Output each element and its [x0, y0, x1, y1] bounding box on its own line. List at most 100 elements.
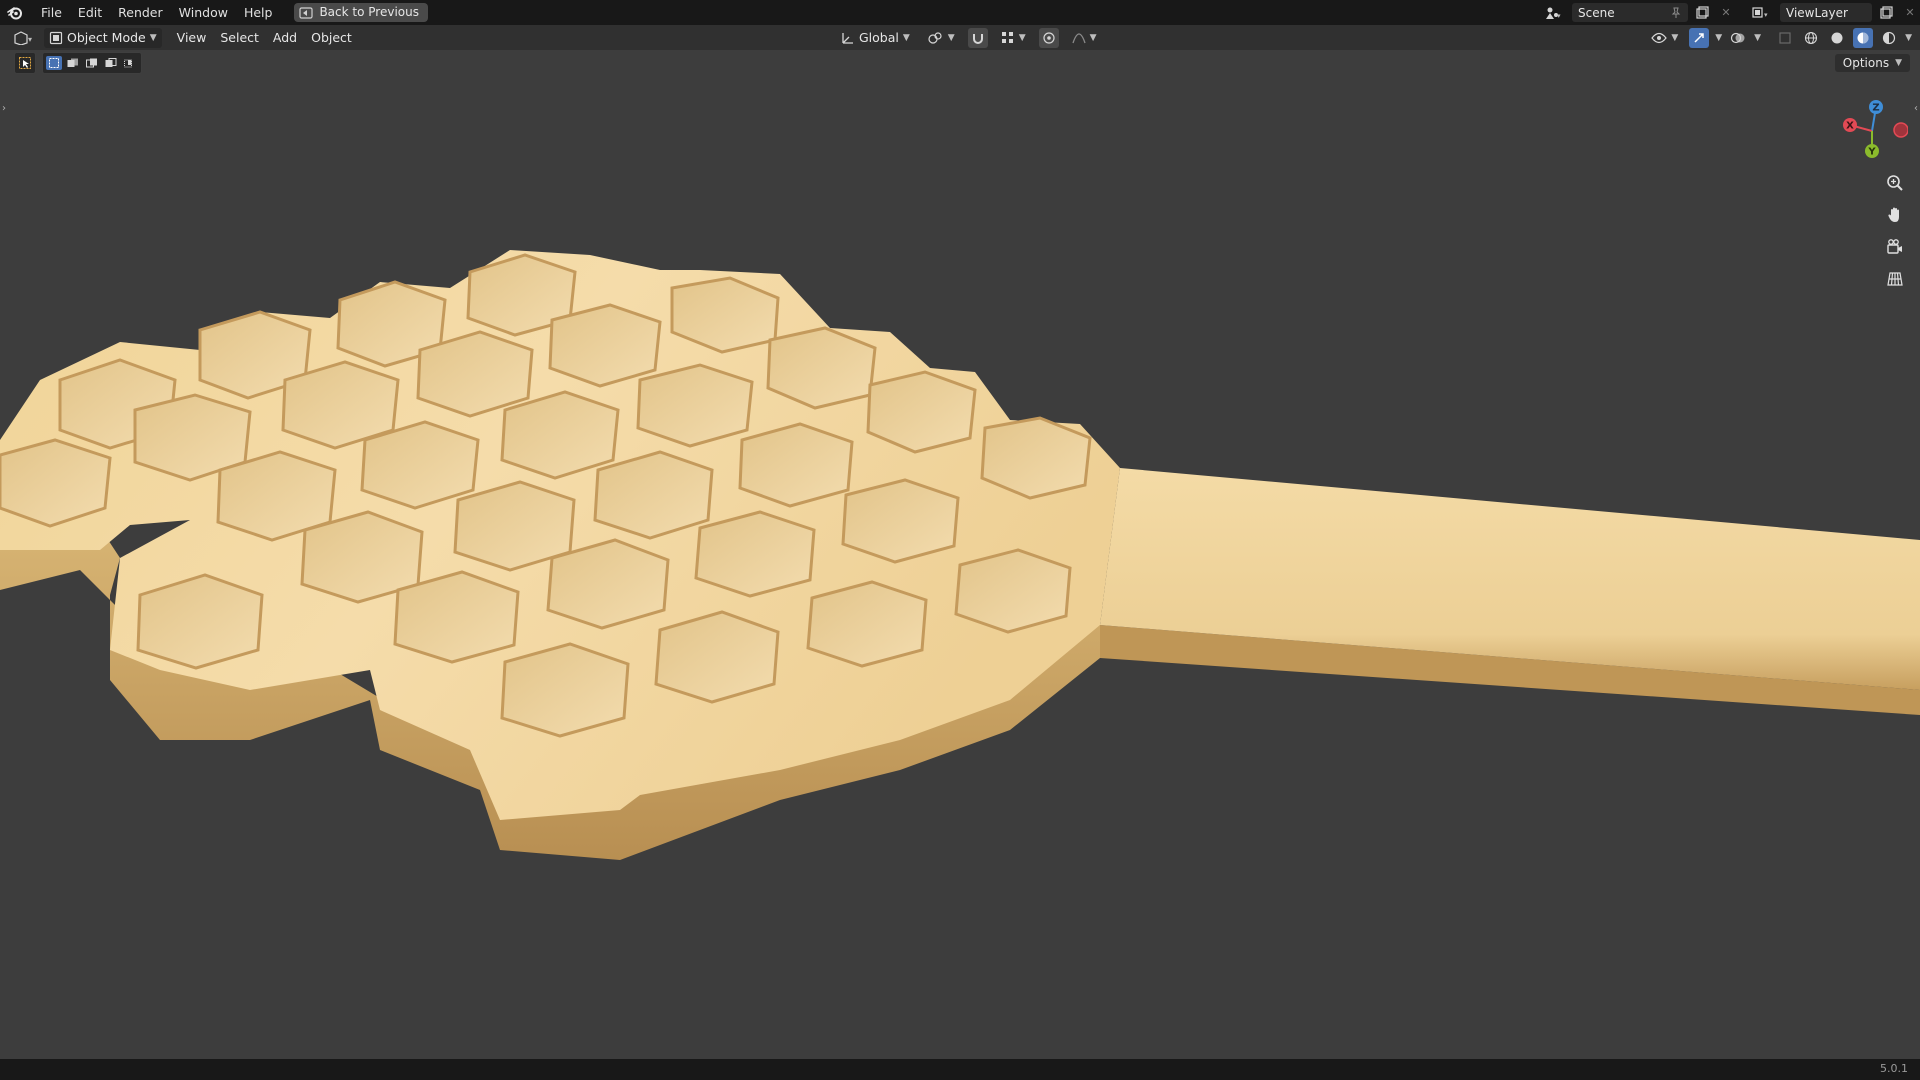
pivot-point-dropdown[interactable]: ▼ — [923, 28, 960, 48]
hex-cell — [866, 370, 977, 454]
chevron-down-icon: ▼ — [902, 32, 910, 43]
hex-cell — [738, 422, 854, 508]
chevron-down-icon: ▼ — [1089, 32, 1097, 43]
wireframe-shading-icon[interactable] — [1801, 28, 1821, 48]
menu-edit[interactable]: Edit — [70, 2, 110, 24]
sidebar-expand-arrow-icon[interactable]: ‹ — [1914, 103, 1918, 114]
rendered-shading-icon[interactable] — [1879, 28, 1899, 48]
pivot-icon — [928, 31, 942, 44]
select-subtract-icon[interactable] — [84, 56, 100, 70]
viewport-header-left: ▾ Object Mode ▼ View Select Add Object — [8, 25, 357, 50]
hex-cell — [954, 548, 1072, 634]
hex-cell — [500, 642, 630, 738]
view-layer-text: ViewLayer — [1786, 5, 1848, 20]
snap-target-dropdown[interactable]: ▼ — [996, 28, 1031, 48]
show-gizmo-icon[interactable] — [1689, 27, 1710, 48]
svg-text:▾: ▾ — [1557, 12, 1561, 20]
scene-selector-icon[interactable]: ▾ — [1538, 3, 1568, 23]
snap-grid-icon — [1001, 31, 1013, 43]
camera-view-icon[interactable] — [1882, 234, 1908, 260]
new-scene-icon[interactable] — [1692, 3, 1712, 23]
chevron-down-icon: ▼ — [149, 32, 157, 43]
hex-cell — [694, 510, 816, 598]
hex-cell — [766, 326, 877, 410]
new-view-layer-icon[interactable] — [1876, 3, 1896, 23]
falloff-curve-icon — [1072, 32, 1086, 43]
hex-cell — [806, 580, 928, 668]
solid-shading-icon[interactable] — [1827, 28, 1847, 48]
tool-settings-row — [14, 52, 142, 74]
hex-cell — [136, 573, 264, 670]
hex-cell — [546, 538, 670, 630]
viewport-3d[interactable] — [0, 50, 1920, 1059]
options-dropdown[interactable]: Options ▼ — [1834, 54, 1910, 72]
hex-cell — [548, 303, 662, 388]
gizmo-x-label: X — [1846, 121, 1854, 132]
svg-text:▾: ▾ — [1764, 11, 1768, 19]
back-to-previous-button[interactable]: Back to Previous — [294, 3, 428, 22]
viewport-header-right: ▼ ▼ ▼ ▼ — [1646, 25, 1912, 50]
material-preview-shading-icon[interactable] — [1853, 27, 1874, 48]
show-overlays-icon[interactable] — [1728, 28, 1748, 48]
perspective-ortho-grid-icon[interactable] — [1882, 266, 1908, 292]
orientation-axes-icon — [842, 32, 853, 44]
hex-cell — [654, 610, 780, 704]
viewport-navigation-tools — [1882, 170, 1908, 292]
editor-type-icon[interactable]: ▾ — [8, 28, 40, 48]
select-extend-icon[interactable] — [65, 56, 81, 70]
view-layer-selector-icon[interactable]: ▾ — [1746, 3, 1776, 23]
gizmo-options-chevron-icon[interactable]: ▼ — [1715, 33, 1722, 43]
select-new-icon[interactable] — [46, 56, 62, 70]
transform-orientation-dropdown[interactable]: Global ▼ — [836, 28, 915, 48]
back-screen-icon — [299, 6, 314, 19]
mode-dropdown[interactable]: Object Mode ▼ — [44, 27, 162, 48]
gizmo-neg-x-axis-icon[interactable] — [1893, 122, 1908, 138]
delete-scene-icon[interactable]: ✕ — [1716, 3, 1736, 23]
top-bar: File Edit Render Window Help Back to Pre… — [0, 0, 1920, 25]
select-invert-icon[interactable] — [103, 56, 119, 70]
toolbar-expand-arrow-icon[interactable]: › — [2, 103, 6, 114]
chevron-down-icon: ▼ — [1018, 32, 1026, 43]
hex-cell — [416, 330, 534, 418]
scene-name-text: Scene — [1578, 5, 1615, 20]
snap-toggle-icon[interactable] — [967, 27, 988, 48]
menu-window[interactable]: Window — [171, 2, 236, 24]
view-layer-field[interactable]: ViewLayer — [1780, 3, 1872, 22]
gizmo-y-label: Y — [1867, 147, 1876, 158]
chevron-down-icon: ▼ — [947, 32, 955, 43]
viewport-header: ▾ Object Mode ▼ View Select Add Object G… — [0, 25, 1920, 50]
selectability-visibility-dropdown[interactable]: ▼ — [1646, 28, 1683, 48]
top-right-controls: ▾ Scene ✕ ▾ ViewLayer ✕ — [1538, 0, 1920, 25]
xray-toggle-icon[interactable] — [1775, 28, 1795, 48]
zoom-magnifier-icon[interactable] — [1882, 170, 1908, 196]
menu-select[interactable]: Select — [215, 28, 264, 48]
hex-cell — [393, 570, 520, 664]
falloff-dropdown[interactable]: ▼ — [1067, 28, 1102, 48]
proportional-editing-icon[interactable] — [1038, 27, 1059, 48]
blender-logo-icon[interactable] — [5, 3, 25, 23]
hex-cell — [500, 390, 620, 480]
object-mode-icon — [49, 31, 63, 44]
honeycomb-paddle-model[interactable] — [0, 250, 1920, 860]
menu-help[interactable]: Help — [236, 2, 281, 24]
menu-render[interactable]: Render — [110, 2, 171, 24]
pan-hand-icon[interactable] — [1882, 202, 1908, 228]
active-tool-select-icon[interactable] — [14, 52, 36, 74]
menu-add[interactable]: Add — [268, 28, 302, 48]
hex-cell — [636, 363, 754, 448]
mode-label: Object Mode — [67, 30, 146, 45]
menu-object[interactable]: Object — [306, 28, 357, 48]
navigation-gizmo[interactable]: Z X Y — [1834, 95, 1908, 165]
pin-icon[interactable] — [1670, 7, 1682, 19]
version-label: 5.0.1 — [1880, 1062, 1908, 1075]
menu-file[interactable]: File — [33, 2, 70, 24]
select-intersect-icon[interactable] — [122, 56, 138, 70]
hex-cell — [0, 438, 112, 528]
menu-view[interactable]: View — [172, 28, 212, 48]
overlay-options-chevron-icon[interactable]: ▼ — [1754, 33, 1761, 43]
scene-name-field[interactable]: Scene — [1572, 3, 1688, 22]
svg-text:▾: ▾ — [28, 35, 32, 44]
options-label: Options — [1842, 56, 1890, 70]
delete-view-layer-icon[interactable]: ✕ — [1900, 3, 1920, 23]
shading-options-chevron-icon[interactable]: ▼ — [1905, 33, 1912, 43]
